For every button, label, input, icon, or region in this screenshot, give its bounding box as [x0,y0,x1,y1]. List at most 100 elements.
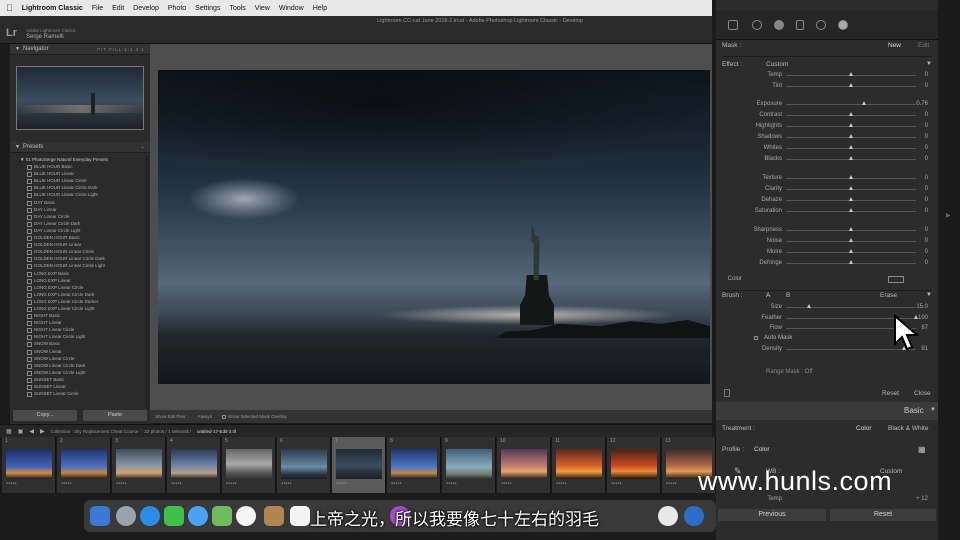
preset-item[interactable]: DAY Linear Circle [20,213,146,220]
slider-value[interactable]: 87 [921,325,928,331]
temp-value[interactable]: + 12 [916,496,928,502]
add-preset-icon[interactable]: + [141,145,145,150]
brush-b-button[interactable]: B [786,292,790,299]
slider-value[interactable]: 0 [925,197,928,203]
slider-value[interactable]: 0 [925,249,928,255]
thumb-rating[interactable]: ●●●●● [336,481,347,485]
slider-thumb[interactable] [848,238,853,242]
preset-item[interactable]: NIGHT Basic [20,312,146,320]
slider-value[interactable]: 0 [925,175,928,181]
preset-item[interactable]: GOLDEN HOUR Linear Circle Light [20,262,146,270]
thumb-rating[interactable]: ●●●●● [171,481,182,485]
brush-collapse-icon[interactable]: ▼ [926,292,932,298]
show-edit-pins-select[interactable]: Always [198,414,212,419]
presets-header[interactable]: ▼ Presets + [10,142,150,153]
preset-item[interactable]: DAY Linear [20,206,146,213]
preset-item[interactable]: NIGHT Linear Circle [20,326,146,334]
preset-item[interactable]: BLUE HOUR Linear [20,170,146,178]
safari-icon[interactable] [140,506,160,526]
slider-value[interactable]: 100 [918,315,928,321]
preset-item[interactable]: GOLDEN HOUR Linear Circle [20,248,146,256]
collection-path[interactable]: Collection : Sky Replacement Cheat Cours… [51,429,139,434]
slider-thumb[interactable] [848,260,853,264]
thumb-rating[interactable]: ●●●●● [446,481,457,485]
thumb-rating[interactable]: ●●●●● [226,481,237,485]
preset-item[interactable]: DAY Linear Circle Dark [20,220,146,227]
mask-overlay-toggle[interactable]: Show Selected Mask Overlay [222,414,287,419]
reset-button[interactable]: Reset [830,509,936,521]
preset-item[interactable]: SNOW Linear Circle Dark [20,362,146,369]
maps-icon[interactable] [212,506,232,526]
filmstrip-thumb[interactable]: 9 ●●●●● [442,437,496,493]
slider-value[interactable]: 0 [925,186,928,192]
previous-button[interactable]: Previous [718,509,826,521]
thumb-rating[interactable]: ●●●●● [611,481,622,485]
photos-icon[interactable] [236,506,256,526]
second-window-icon[interactable]: ▣ [18,428,24,435]
spot-removal-icon[interactable] [752,20,762,30]
browser-icon[interactable] [684,506,704,526]
preset-item[interactable]: BLUE HOUR Linear Circle Light [20,191,146,199]
slider-thumb[interactable] [848,227,853,231]
selected-filename[interactable]: untitled-17-Edit-2.tif [197,429,236,434]
slider-value[interactable]: 0 [925,123,928,129]
back-arrow-icon[interactable]: ◀ [29,428,34,435]
menu-tools[interactable]: Tools [229,5,245,12]
finder-icon[interactable] [90,506,110,526]
filmstrip-thumb[interactable]: 10 ●●●●● [497,437,551,493]
contacts-icon[interactable] [264,506,284,526]
menu-edit[interactable]: Edit [112,5,124,12]
menu-help[interactable]: Help [313,5,327,12]
filmstrip[interactable]: 1 ●●●●● 2 ●●●●● 3 ●●●●● 4 ●●●●● 5 ●●●●● 6 ●●●●● 7 ●●●… [0,437,716,493]
treatment-color-button[interactable]: Color [856,425,872,432]
filmstrip-thumb[interactable]: 7 ●●●●● [332,437,386,493]
slider-value[interactable]: 0 [925,208,928,214]
crop-tool-icon[interactable] [728,20,738,30]
preset-item[interactable]: NIGHT Linear [20,319,146,327]
color-swatch-icon[interactable] [888,276,904,283]
menu-window[interactable]: Window [279,5,304,12]
slider-value[interactable]: 0 [925,227,928,233]
chrome-icon[interactable] [658,506,678,526]
slider-thumb[interactable] [848,186,853,190]
preset-item[interactable]: DAY Basic [20,199,146,206]
preset-item[interactable]: BLUE HOUR Basic [20,163,146,171]
slider-track[interactable] [786,104,916,105]
range-mask-row[interactable]: Range Mask : Off [716,367,938,378]
slider-value[interactable]: 0 [925,83,928,89]
slider-thumb[interactable] [848,208,853,212]
preset-item[interactable]: GOLDEN HOUR Basic [20,234,146,242]
slider-thumb[interactable] [806,304,811,308]
slider-value[interactable]: 15.0 [916,304,928,310]
grid-view-icon[interactable]: ▦ [6,428,12,435]
apple-menu-icon[interactable]:  [6,3,13,13]
forward-arrow-icon[interactable]: ▶ [40,428,45,435]
slider-thumb[interactable] [848,134,853,138]
slider-thumb[interactable] [848,156,853,160]
slider-thumb[interactable] [848,249,853,253]
graduated-filter-icon[interactable] [796,20,804,30]
menu-develop[interactable]: Develop [133,5,159,12]
slider-thumb[interactable] [848,175,853,179]
navigator-zoom-levels[interactable]: FIT FILL 1:1 3:1 [97,47,145,52]
preset-item[interactable]: GOLDEN HOUR Linear Circle Dark [20,255,146,263]
preset-item[interactable]: BLUE HOUR Linear Circle Dark [20,184,146,192]
preset-item[interactable]: SNOW Basic [20,340,146,348]
slider-thumb[interactable] [848,72,853,76]
treatment-bw-button[interactable]: Black & White [888,425,928,432]
slider-value[interactable]: 0 [925,260,928,266]
effect-select[interactable]: Custom [766,61,788,68]
thumb-rating[interactable]: ●●●●● [61,481,72,485]
navigator-header[interactable]: ▼ Navigator FIT FILL 1:1 3:1 [10,44,150,55]
preset-item[interactable]: BLUE HOUR Linear Circle [20,177,146,185]
filmstrip-thumb[interactable]: 1 ●●●●● [2,437,56,493]
launchpad-icon[interactable] [116,506,136,526]
preset-folder[interactable]: ▼ 01 PhotoSerge Natural Everyday Presets [20,156,146,163]
mask-edit-button[interactable]: Edit [918,42,929,49]
slider-thumb[interactable] [861,101,866,105]
thumb-rating[interactable]: ●●●●● [116,481,127,485]
preset-item[interactable]: GOLDEN HOUR Linear [20,241,146,249]
mask-new-button[interactable]: New [888,42,901,49]
preset-item[interactable]: LONG EXP Linear Circle Dark [20,291,146,298]
profile-browser-icon[interactable]: ▦ [918,445,926,454]
